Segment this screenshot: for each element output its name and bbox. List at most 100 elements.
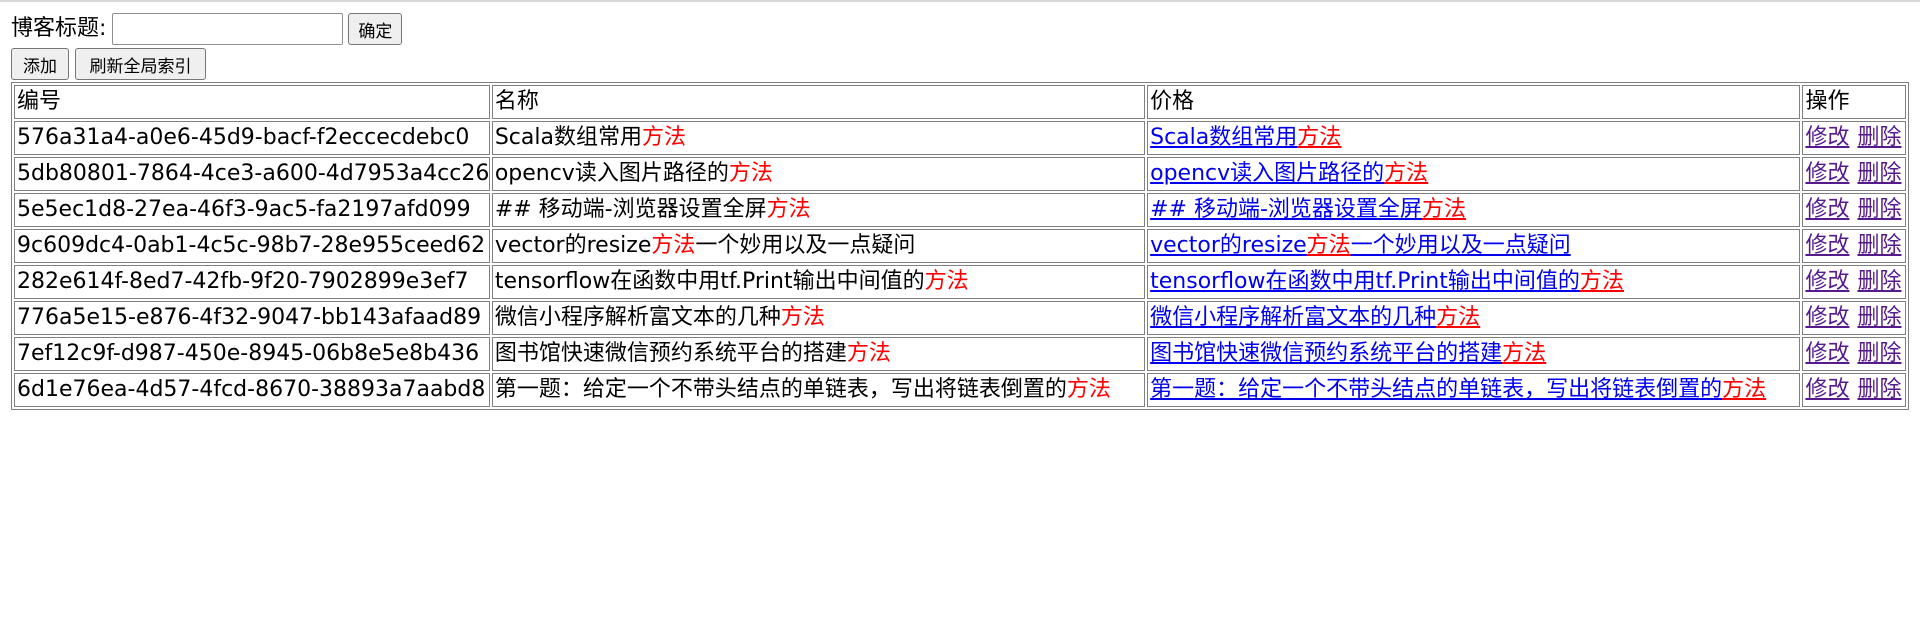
- cell-name: Scala数组常用方法: [491, 121, 1146, 155]
- name-text: Scala数组常用: [494, 125, 642, 150]
- cell-id: 9c609dc4-0ab1-4c5c-98b7-28e955ceed62: [14, 229, 490, 263]
- cell-name: opencv读入图片路径的方法: [491, 157, 1146, 191]
- highlight-text: 方法: [846, 341, 891, 366]
- edit-link[interactable]: 修改: [1805, 161, 1849, 186]
- search-input[interactable]: [112, 13, 344, 45]
- cell-title-link: 图书馆快速微信预约系统平台的搭建方法: [1147, 337, 1801, 371]
- highlight-text: 方法: [651, 233, 696, 258]
- column-header-price: 价格: [1147, 85, 1801, 119]
- highlight-text: 方法: [766, 197, 811, 222]
- highlight-text: 方法: [1421, 197, 1466, 222]
- delete-link[interactable]: 删除: [1857, 377, 1901, 402]
- name-text: opencv读入图片路径的: [494, 161, 729, 186]
- search-bar: 博客标题: 确定: [11, 12, 1909, 46]
- blog-title-link[interactable]: opencv读入图片路径的方法: [1150, 161, 1428, 186]
- link-text: 第一题：给定一个不带头结点的单链表，写出将链表倒置的: [1150, 377, 1723, 402]
- delete-link[interactable]: 删除: [1857, 197, 1901, 222]
- cell-title-link: vector的resize方法一个妙用以及一点疑问: [1147, 229, 1801, 263]
- delete-link[interactable]: 删除: [1857, 161, 1901, 186]
- cell-title-link: 第一题：给定一个不带头结点的单链表，写出将链表倒置的方法: [1147, 373, 1801, 407]
- table-row: 9c609dc4-0ab1-4c5c-98b7-28e955ceed62 vect…: [14, 229, 1906, 263]
- cell-id: 6d1e76ea-4d57-4fcd-8670-38893a7aabd8: [14, 373, 490, 407]
- cell-actions: 修改 删除: [1802, 157, 1906, 191]
- name-text: vector的resize: [494, 233, 652, 258]
- name-text: tensorflow在函数中用tf.Print输出中间值的: [494, 269, 925, 294]
- blog-title-link[interactable]: vector的resize方法一个妙用以及一点疑问: [1150, 233, 1571, 258]
- column-header-name: 名称: [491, 85, 1146, 119]
- refresh-index-button[interactable]: 刷新全局索引: [75, 48, 206, 80]
- highlight-text: 方法: [641, 125, 686, 150]
- blog-title-link[interactable]: 微信小程序解析富文本的几种方法: [1150, 305, 1480, 330]
- link-text: tensorflow在函数中用tf.Print输出中间值的: [1150, 269, 1580, 294]
- add-button[interactable]: 添加: [11, 48, 69, 80]
- highlight-text: 方法: [780, 305, 825, 330]
- edit-link[interactable]: 修改: [1805, 197, 1849, 222]
- cell-name: 图书馆快速微信预约系统平台的搭建方法: [491, 337, 1146, 371]
- blog-title-link[interactable]: tensorflow在函数中用tf.Print输出中间值的方法: [1150, 269, 1624, 294]
- cell-id: 7ef12c9f-d987-450e-8945-06b8e5e8b436: [14, 337, 490, 371]
- cell-title-link: tensorflow在函数中用tf.Print输出中间值的方法: [1147, 265, 1801, 299]
- edit-link[interactable]: 修改: [1805, 377, 1849, 402]
- table-row: 282e614f-8ed7-42fb-9f20-7902899e3ef7 tens…: [14, 265, 1906, 299]
- link-text: opencv读入图片路径的: [1150, 161, 1385, 186]
- page-content: 博客标题: 确定 添加 刷新全局索引 编号 名称 价格 操作 576a31a4-…: [11, 12, 1909, 410]
- top-border: [0, 0, 1920, 2]
- cell-title-link: ## 移动端-浏览器设置全屏方法: [1147, 193, 1801, 227]
- delete-link[interactable]: 删除: [1857, 305, 1901, 330]
- blog-table: 编号 名称 价格 操作 576a31a4-a0e6-45d9-bacf-f2ec…: [11, 82, 1909, 410]
- highlight-text: 方法: [1722, 377, 1767, 402]
- cell-id: 5db80801-7864-4ce3-a600-4d7953a4cc26: [14, 157, 490, 191]
- edit-link[interactable]: 修改: [1805, 125, 1849, 150]
- delete-link[interactable]: 删除: [1857, 125, 1901, 150]
- edit-link[interactable]: 修改: [1805, 233, 1849, 258]
- name-text: 一个妙用以及一点疑问: [695, 233, 916, 258]
- edit-link[interactable]: 修改: [1805, 269, 1849, 294]
- highlight-text: 方法: [728, 161, 773, 186]
- table-row: 576a31a4-a0e6-45d9-bacf-f2eccecdebc0 Scal…: [14, 121, 1906, 155]
- link-text: Scala数组常用: [1150, 125, 1298, 150]
- cell-actions: 修改 删除: [1802, 373, 1906, 407]
- column-header-actions: 操作: [1802, 85, 1906, 119]
- link-text: vector的resize: [1150, 233, 1307, 258]
- link-text: 一个妙用以及一点疑问: [1350, 233, 1571, 258]
- cell-name: tensorflow在函数中用tf.Print输出中间值的方法: [491, 265, 1146, 299]
- table-row: 6d1e76ea-4d57-4fcd-8670-38893a7aabd8 第一题：…: [14, 373, 1906, 407]
- cell-id: 776a5e15-e876-4f32-9047-bb143afaad89: [14, 301, 490, 335]
- cell-actions: 修改 删除: [1802, 229, 1906, 263]
- delete-link[interactable]: 删除: [1857, 341, 1901, 366]
- highlight-text: 方法: [924, 269, 969, 294]
- name-text: 第一题：给定一个不带头结点的单链表，写出将链表倒置的: [494, 377, 1067, 402]
- cell-actions: 修改 删除: [1802, 265, 1906, 299]
- cell-actions: 修改 删除: [1802, 301, 1906, 335]
- name-text: 微信小程序解析富文本的几种: [494, 305, 781, 330]
- highlight-text: 方法: [1579, 269, 1624, 294]
- edit-link[interactable]: 修改: [1805, 305, 1849, 330]
- delete-link[interactable]: 删除: [1857, 233, 1901, 258]
- name-text: 图书馆快速微信预约系统平台的搭建: [494, 341, 847, 366]
- cell-title-link: 微信小程序解析富文本的几种方法: [1147, 301, 1801, 335]
- highlight-text: 方法: [1297, 125, 1342, 150]
- blog-title-link[interactable]: 图书馆快速微信预约系统平台的搭建方法: [1150, 341, 1546, 366]
- highlight-text: 方法: [1502, 341, 1547, 366]
- cell-id: 576a31a4-a0e6-45d9-bacf-f2eccecdebc0: [14, 121, 490, 155]
- highlight-text: 方法: [1066, 377, 1111, 402]
- highlight-text: 方法: [1384, 161, 1429, 186]
- cell-name: ## 移动端-浏览器设置全屏方法: [491, 193, 1146, 227]
- edit-link[interactable]: 修改: [1805, 341, 1849, 366]
- blog-title-link[interactable]: ## 移动端-浏览器设置全屏方法: [1150, 197, 1466, 222]
- link-text: ## 移动端-浏览器设置全屏: [1150, 197, 1422, 222]
- delete-link[interactable]: 删除: [1857, 269, 1901, 294]
- confirm-button[interactable]: 确定: [348, 13, 403, 45]
- link-text: 图书馆快速微信预约系统平台的搭建: [1150, 341, 1503, 366]
- blog-title-link[interactable]: Scala数组常用方法: [1150, 125, 1341, 150]
- table-header-row: 编号 名称 价格 操作: [14, 85, 1906, 119]
- table-body: 576a31a4-a0e6-45d9-bacf-f2eccecdebc0 Scal…: [14, 121, 1906, 407]
- table-row: 7ef12c9f-d987-450e-8945-06b8e5e8b436 图书馆快…: [14, 337, 1906, 371]
- cell-name: 第一题：给定一个不带头结点的单链表，写出将链表倒置的方法: [491, 373, 1146, 407]
- cell-actions: 修改 删除: [1802, 121, 1906, 155]
- column-header-id: 编号: [14, 85, 490, 119]
- cell-name: vector的resize方法一个妙用以及一点疑问: [491, 229, 1146, 263]
- cell-id: 5e5ec1d8-27ea-46f3-9ac5-fa2197afd099: [14, 193, 490, 227]
- blog-title-link[interactable]: 第一题：给定一个不带头结点的单链表，写出将链表倒置的方法: [1150, 377, 1766, 402]
- toolbar: 添加 刷新全局索引: [11, 48, 1909, 80]
